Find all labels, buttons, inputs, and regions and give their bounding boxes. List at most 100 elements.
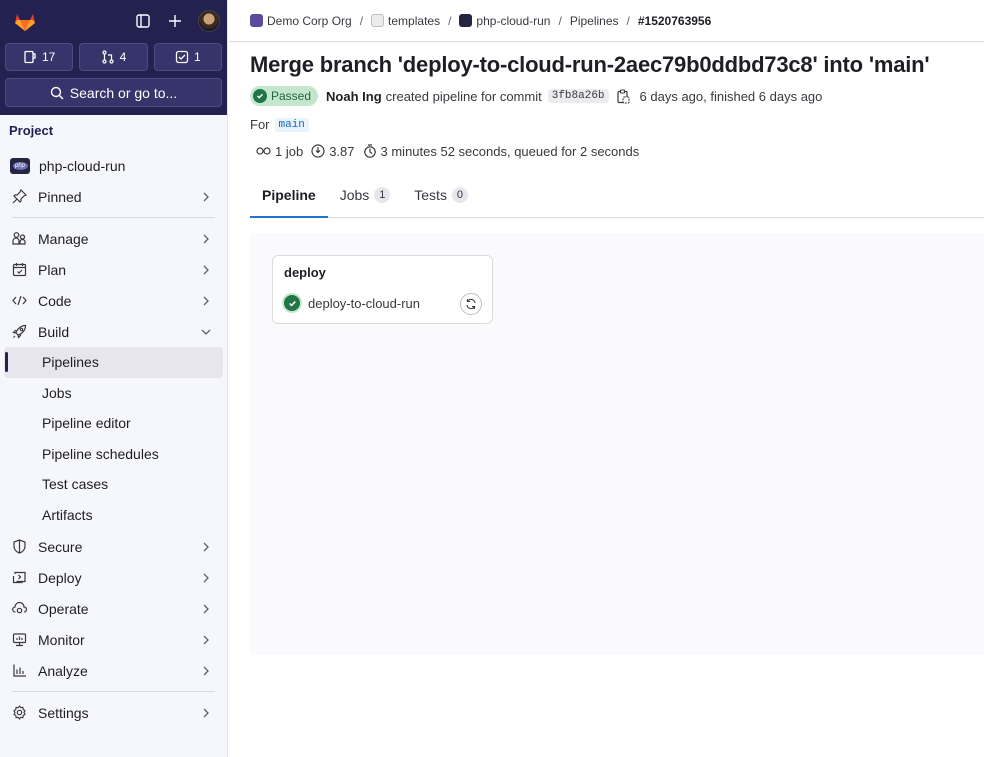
breadcrumb-separator: / xyxy=(359,13,364,28)
sidebar-subitem-pipeline-editor[interactable]: Pipeline editor xyxy=(4,408,223,439)
group-avatar xyxy=(250,14,263,27)
breadcrumb-separator: / xyxy=(448,13,452,28)
sidebar-subitem-pipeline-schedules[interactable]: Pipeline schedules xyxy=(4,439,223,470)
todos-count-button[interactable]: 1 xyxy=(153,43,222,71)
status-badge[interactable]: Passed xyxy=(250,86,319,106)
chevron-right-icon xyxy=(203,296,209,305)
sidebar-subitem-artifacts[interactable]: Artifacts xyxy=(4,500,223,531)
commit-sha-link[interactable]: 3fb8a26b xyxy=(547,89,609,103)
job-item[interactable]: deploy-to-cloud-run xyxy=(284,295,420,311)
sidebar-item-deploy[interactable]: Deploy xyxy=(0,562,227,593)
timer-icon xyxy=(363,144,376,158)
project-avatar: php xyxy=(10,157,30,174)
chevron-right-icon xyxy=(203,192,209,201)
sidebar-item-secure[interactable]: Secure xyxy=(0,531,227,562)
breadcrumb-item-current[interactable]: #1520763956 xyxy=(638,14,711,28)
stage-name: deploy xyxy=(284,265,326,280)
chart-icon xyxy=(10,662,28,680)
pin-icon xyxy=(10,188,28,206)
breadcrumb-item-pipelines[interactable]: Pipelines xyxy=(570,14,619,28)
calendar-icon xyxy=(10,261,28,279)
merge-requests-count: 4 xyxy=(119,50,127,64)
gitlab-logo-icon[interactable] xyxy=(12,8,38,34)
tab-jobs[interactable]: Jobs 1 xyxy=(328,180,403,217)
sidebar-divider xyxy=(12,217,215,218)
author-link[interactable]: Noah Ing xyxy=(326,89,382,104)
subgroup-avatar xyxy=(371,14,385,27)
sidebar-item-code[interactable]: Code xyxy=(0,285,227,316)
compute-minutes-icon xyxy=(311,144,325,158)
tab-tests[interactable]: Tests 0 xyxy=(402,180,480,217)
pipeline-meta: Passed Noah Ing created pipeline for com… xyxy=(250,86,822,106)
search-label: Search or go to... xyxy=(69,84,178,101)
code-icon xyxy=(10,292,28,310)
tab-pipeline[interactable]: Pipeline xyxy=(250,180,328,218)
chevron-down-icon xyxy=(201,329,211,335)
ref-link[interactable]: main xyxy=(274,117,309,132)
pipeline-tabs: Pipeline Jobs 1 Tests 0 xyxy=(250,180,984,218)
sidebar-item-build[interactable]: Build xyxy=(0,316,227,347)
merge-requests-count-button[interactable]: 4 xyxy=(79,43,148,71)
issues-count: 17 xyxy=(41,50,56,64)
job-success-icon xyxy=(284,295,300,311)
chevron-right-icon xyxy=(203,234,209,243)
rocket-icon xyxy=(10,323,28,341)
sidebar-subitem-test-cases[interactable]: Test cases xyxy=(4,469,223,500)
todos-count: 1 xyxy=(193,50,201,64)
chevron-right-icon xyxy=(203,666,209,675)
breadcrumb-item-group[interactable]: Demo Corp Org xyxy=(250,14,352,28)
issues-icon xyxy=(24,50,36,64)
duration-stat: 3 minutes 52 seconds, queued for 2 secon… xyxy=(363,144,639,159)
cloud-gear-icon xyxy=(10,600,28,618)
retry-icon[interactable] xyxy=(460,293,482,315)
time-text: 6 days ago, finished 6 days ago xyxy=(639,88,823,104)
sidebar-item-monitor[interactable]: Monitor xyxy=(0,624,227,655)
sidebar-item-pinned[interactable]: Pinned xyxy=(0,181,227,212)
main-content: Demo Corp Org / templates / php-cloud-ru… xyxy=(229,0,984,757)
pipeline-stats: 1 job 3.87 3 minutes 52 seconds, queued … xyxy=(256,142,647,160)
sidebar-item-operate[interactable]: Operate xyxy=(0,593,227,624)
compute-stat: 3.87 xyxy=(311,144,355,159)
chevron-right-icon xyxy=(203,635,209,644)
copy-icon[interactable] xyxy=(616,88,631,104)
search-icon xyxy=(50,86,64,99)
search-button[interactable]: Search or go to... xyxy=(5,78,222,107)
sidebar-section-heading: Project xyxy=(9,123,54,138)
chevron-right-icon xyxy=(203,265,209,274)
sidebar-project-link[interactable]: php php-cloud-run xyxy=(0,150,227,181)
merge-request-icon xyxy=(102,50,114,64)
sidebar-subitem-pipelines[interactable]: Pipelines xyxy=(4,347,223,378)
chevron-right-icon xyxy=(203,708,209,717)
stage-card: deploy deploy-to-cloud-run xyxy=(272,255,493,324)
breadcrumb-item-project[interactable]: php-cloud-run xyxy=(459,14,550,28)
job-name: deploy-to-cloud-run xyxy=(308,295,421,311)
breadcrumb-separator: / xyxy=(626,13,630,28)
project-name: php-cloud-run xyxy=(39,157,126,174)
created-text: created pipeline for commit xyxy=(385,88,542,104)
plus-icon[interactable] xyxy=(166,12,184,30)
sidebar-item-manage[interactable]: Manage xyxy=(0,223,227,254)
breadcrumb-separator: / xyxy=(558,13,562,28)
sidebar-header: 17 4 1 Search or go to... xyxy=(0,0,227,115)
todo-icon xyxy=(175,50,189,64)
sidebar: 17 4 1 Search or go to... Project php ph… xyxy=(0,0,228,757)
deploy-icon xyxy=(10,569,28,587)
issues-count-button[interactable]: 17 xyxy=(5,43,74,71)
gear-icon xyxy=(10,704,28,722)
jobs-count-badge: 1 xyxy=(374,187,391,203)
sidebar-item-settings[interactable]: Settings xyxy=(0,697,227,728)
chevron-right-icon xyxy=(203,573,209,582)
page-title: Merge branch 'deploy-to-cloud-run-2aec79… xyxy=(250,52,930,77)
sidebar-subitem-jobs[interactable]: Jobs xyxy=(4,378,223,409)
pipeline-icon xyxy=(256,147,271,155)
monitor-icon xyxy=(10,631,28,649)
check-circle-icon xyxy=(253,89,267,103)
project-avatar xyxy=(459,14,473,27)
sidebar-item-analyze[interactable]: Analyze xyxy=(0,655,227,686)
collapse-sidebar-icon[interactable] xyxy=(134,12,152,30)
user-avatar[interactable] xyxy=(198,10,220,32)
breadcrumb-item-subgroup[interactable]: templates xyxy=(371,14,440,28)
tests-count-badge: 0 xyxy=(451,187,468,203)
sidebar-item-plan[interactable]: Plan xyxy=(0,254,227,285)
jobs-stat: 1 job xyxy=(256,144,303,159)
